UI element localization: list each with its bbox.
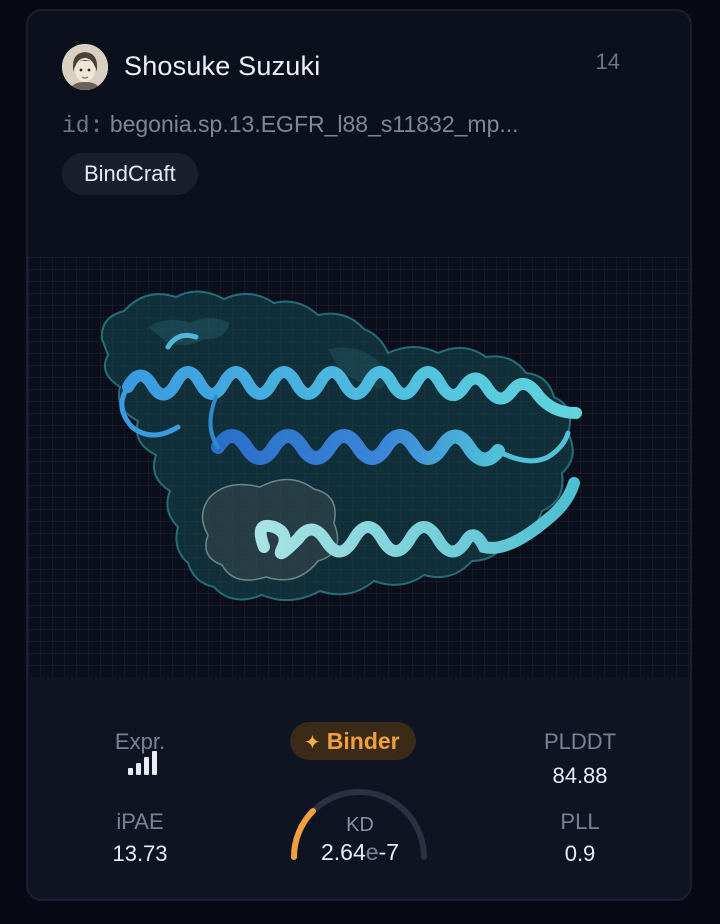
design-id: id: begonia.sp.13.EGFR_l88_s11832_mp... — [62, 111, 519, 139]
kd-value: 2.64e-7 — [320, 839, 399, 865]
structure-viewer[interactable] — [28, 257, 690, 677]
id-value: begonia.sp.13.EGFR_l88_s11832_mp... — [109, 111, 519, 137]
author-name[interactable]: Shosuke Suzuki — [124, 51, 320, 82]
ipae-label: iPAE — [116, 809, 164, 834]
avatar-illustration — [62, 44, 108, 90]
badge-label: Binder — [326, 728, 400, 754]
method-tag[interactable]: BindCraft — [62, 153, 198, 195]
plddt-value: 84.88 — [552, 763, 608, 788]
kd-label: KD — [346, 814, 374, 836]
plddt-label: PLDDT — [543, 729, 617, 754]
pll-value: 0.9 — [564, 841, 596, 866]
binder-badge: ✦ Binder — [290, 722, 416, 760]
id-label: id: — [62, 113, 104, 139]
design-card[interactable]: Shosuke Suzuki 14 id: begonia.sp.13.EGFR… — [26, 9, 692, 901]
ipae-value: 13.73 — [112, 841, 168, 866]
metrics-panel: Expr. iPAE 13.73 ✦ Binder KD 2.64e-7 PLDD… — [28, 677, 690, 899]
item-count: 14 — [595, 49, 620, 74]
avatar[interactable] — [62, 44, 108, 90]
pll-label: PLL — [560, 809, 600, 834]
sparkle-icon: ✦ — [304, 732, 321, 754]
protein-structure-render — [100, 290, 582, 602]
signal-bars-icon — [128, 751, 158, 775]
